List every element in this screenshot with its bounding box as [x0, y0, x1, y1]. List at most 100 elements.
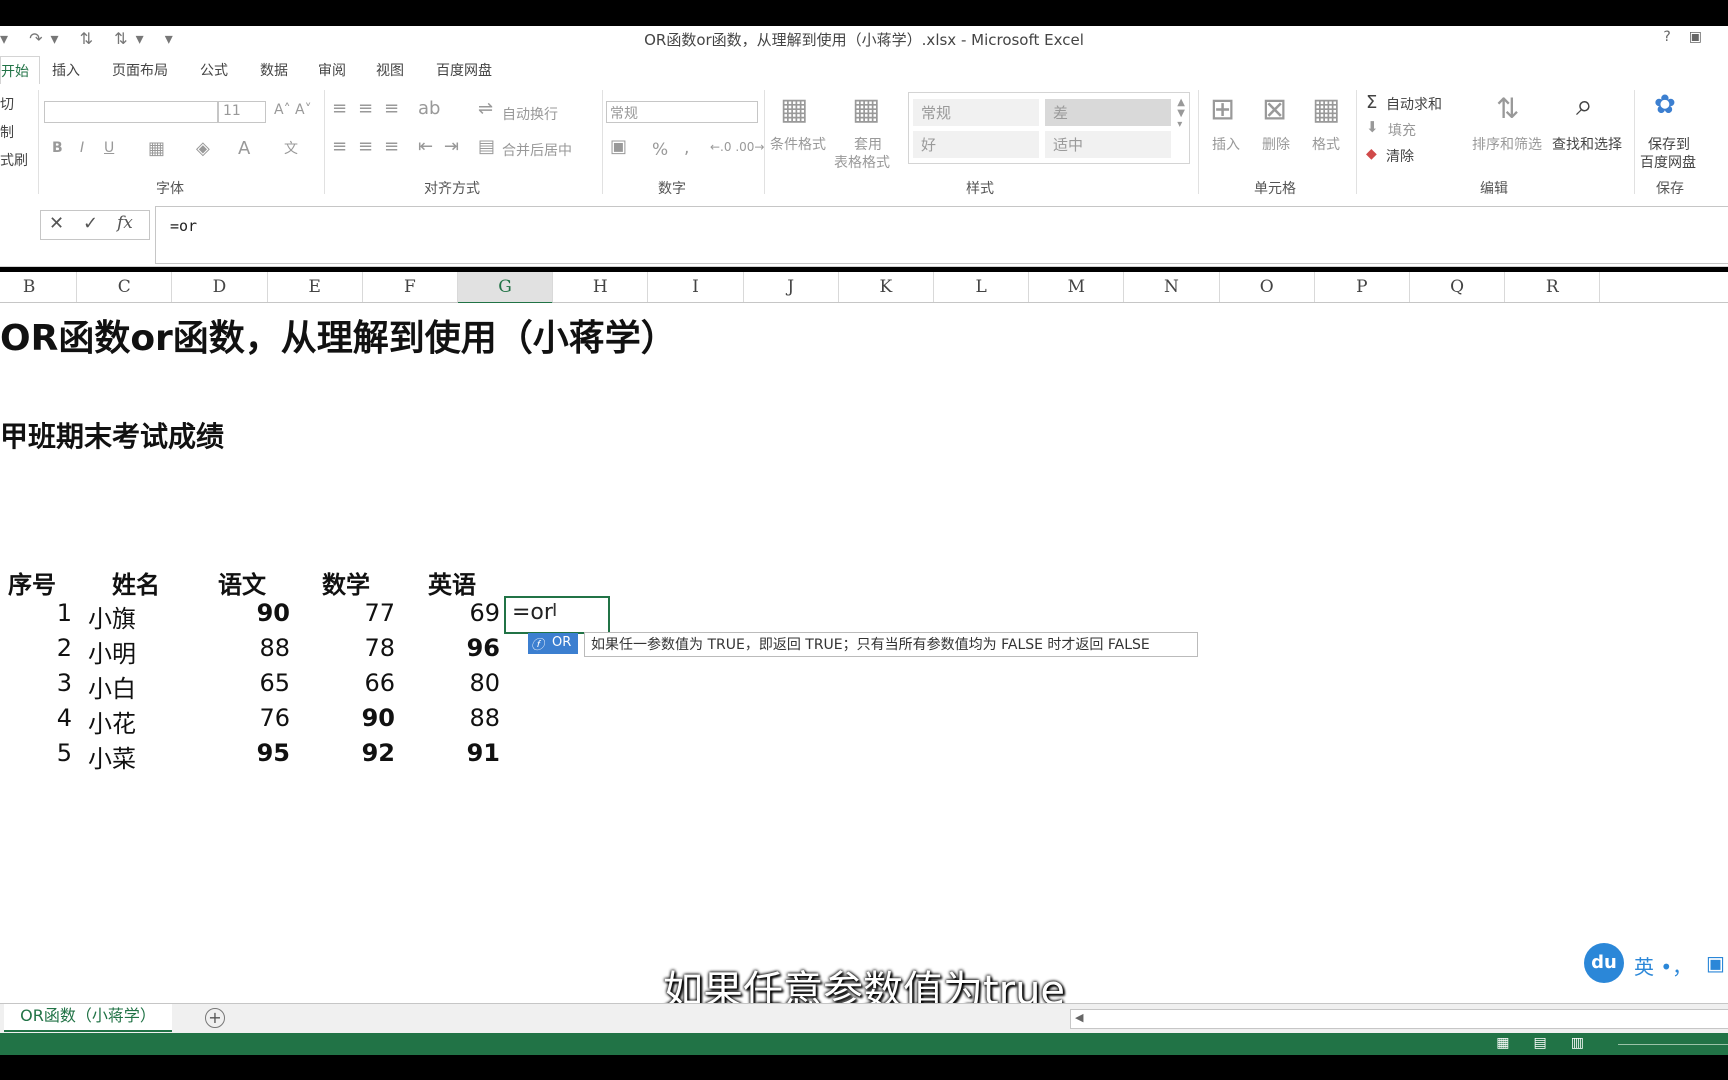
worksheet-grid[interactable]: OR函数or函数，从理解到使用（小蒋学） 甲班期末考试成绩 序号 姓名 语文 数…	[0, 303, 1728, 1014]
column-header-m[interactable]: M	[1029, 272, 1125, 302]
save-to-button-2[interactable]: 百度网盘	[1640, 152, 1696, 172]
column-header-l[interactable]: L	[934, 272, 1030, 302]
fill-color-icon[interactable]: ◈	[196, 138, 210, 159]
ime-mode-indicator[interactable]: 英 •，	[1634, 951, 1692, 980]
column-header-j[interactable]: J	[744, 272, 839, 302]
tab-data[interactable]: 数据	[260, 60, 288, 80]
fill-icon[interactable]: ⬇	[1366, 118, 1379, 136]
restore-ribbon-icon[interactable]: ▣	[1689, 29, 1720, 45]
sort-filter-button[interactable]: 排序和筛选	[1472, 134, 1542, 154]
align-top-icon[interactable]: ≡	[332, 98, 347, 119]
align-middle-icon[interactable]: ≡	[358, 98, 373, 119]
format-painter-button[interactable]: 式刷	[0, 150, 28, 170]
column-header-k[interactable]: K	[839, 272, 934, 302]
fill-button[interactable]: 填充	[1388, 120, 1416, 140]
orientation-icon[interactable]: ab	[418, 98, 440, 119]
align-bottom-icon[interactable]: ≡	[384, 98, 399, 119]
decimal-increase-icon[interactable]: ←.0 .00→	[710, 140, 764, 154]
cell-no[interactable]: 5	[0, 739, 72, 767]
sheet-title[interactable]: OR函数or函数，从理解到使用（小蒋学）	[0, 309, 677, 361]
comma-button[interactable]: ,	[684, 138, 689, 158]
underline-button[interactable]: U	[104, 140, 114, 156]
clear-icon[interactable]: ◆	[1366, 146, 1377, 162]
sheet-subtitle[interactable]: 甲班期末考试成绩	[0, 415, 224, 455]
function-suggestion-or[interactable]: ⓕ OR	[528, 633, 578, 654]
cell-english[interactable]: 80	[420, 669, 500, 697]
table-format-button-1[interactable]: 套用	[854, 134, 882, 154]
baidu-netdisk-icon[interactable]: ✿	[1654, 90, 1676, 120]
active-cell-editor[interactable]: =or I	[504, 596, 610, 634]
align-right-icon[interactable]: ≡	[384, 136, 399, 157]
align-left-icon[interactable]: ≡	[332, 136, 347, 157]
font-name-combo[interactable]	[44, 101, 218, 123]
cell-chinese[interactable]: 95	[210, 739, 290, 767]
cut-button[interactable]: 切	[0, 94, 14, 114]
cell-math[interactable]: 90	[315, 704, 395, 732]
style-neutral[interactable]: 适中	[1045, 131, 1171, 158]
cell-english[interactable]: 96	[420, 634, 500, 662]
cell-name[interactable]: 小明	[88, 634, 136, 669]
enter-icon[interactable]: ✓	[83, 213, 98, 234]
header-no[interactable]: 序号	[8, 565, 56, 600]
sheet-tab-active[interactable]: OR函数（小蒋学）	[4, 1004, 172, 1032]
increase-indent-icon[interactable]: ⇥	[444, 136, 459, 157]
cell-name[interactable]: 小花	[88, 704, 136, 739]
cell-chinese[interactable]: 65	[210, 669, 290, 697]
ime-skin-icon[interactable]: ▣	[1706, 951, 1725, 975]
tab-page-layout[interactable]: 页面布局	[112, 60, 168, 80]
phonetic-icon[interactable]: 文	[284, 138, 298, 158]
tab-review[interactable]: 审阅	[318, 60, 346, 80]
table-format-icon[interactable]: ▦	[852, 92, 880, 127]
cell-styles-gallery[interactable]: 常规 差 好 适中 ▲ ▼ ▾	[908, 92, 1190, 164]
gallery-scroll-icon[interactable]: ▲ ▼ ▾	[1177, 97, 1185, 130]
column-header-h[interactable]: H	[553, 272, 649, 302]
save-to-button-1[interactable]: 保存到	[1648, 134, 1690, 154]
help-button[interactable]: ?	[1663, 29, 1688, 45]
bold-button[interactable]: B	[52, 140, 63, 156]
percent-button[interactable]: %	[652, 140, 668, 160]
find-select-button[interactable]: 查找和选择	[1552, 134, 1622, 154]
column-header-d[interactable]: D	[172, 272, 268, 302]
horizontal-scrollbar[interactable]: ◀	[1070, 1009, 1728, 1029]
cell-name[interactable]: 小白	[88, 669, 136, 704]
delete-cells-button[interactable]: 删除	[1262, 134, 1290, 154]
header-math[interactable]: 数学	[322, 565, 370, 600]
tab-home[interactable]: 开始	[0, 56, 40, 87]
page-break-view-icon[interactable]: ▥	[1571, 1035, 1608, 1051]
cell-english[interactable]: 69	[420, 599, 500, 627]
autosum-icon[interactable]: Σ	[1366, 92, 1377, 113]
copy-button[interactable]: 制	[0, 122, 14, 142]
add-sheet-button[interactable]: +	[205, 1008, 225, 1028]
style-bad[interactable]: 差	[1045, 99, 1171, 126]
merge-center-button[interactable]: 合并后居中	[502, 140, 572, 160]
table-format-button-2[interactable]: 表格格式	[834, 152, 890, 172]
column-header-n[interactable]: N	[1124, 272, 1220, 302]
cell-name[interactable]: 小旗	[88, 599, 136, 634]
scroll-left-icon[interactable]: ◀	[1075, 1011, 1083, 1024]
cell-chinese[interactable]: 90	[210, 599, 290, 627]
cell-math[interactable]: 77	[315, 599, 395, 627]
insert-function-button[interactable]: fx	[117, 213, 133, 233]
page-layout-view-icon[interactable]: ▤	[1534, 1035, 1571, 1051]
column-header-r[interactable]: R	[1505, 272, 1601, 302]
conditional-format-button[interactable]: 条件格式	[770, 134, 826, 154]
format-cells-icon[interactable]: ▦	[1312, 92, 1340, 127]
tab-baidu-netdisk[interactable]: 百度网盘	[436, 60, 492, 80]
clear-button[interactable]: 清除	[1386, 146, 1414, 166]
style-good[interactable]: 好	[913, 131, 1039, 158]
column-header-i[interactable]: I	[648, 272, 744, 302]
increase-font-icon[interactable]: A˄ A˅	[274, 102, 312, 118]
cell-math[interactable]: 78	[315, 634, 395, 662]
cell-english[interactable]: 91	[420, 739, 500, 767]
formula-input[interactable]: =or	[155, 206, 1728, 264]
tab-insert[interactable]: 插入	[52, 60, 80, 80]
conditional-format-icon[interactable]: ▦	[780, 92, 808, 127]
header-name[interactable]: 姓名	[112, 565, 160, 600]
border-icon[interactable]: ▦	[148, 138, 165, 159]
tab-formulas[interactable]: 公式	[200, 60, 228, 80]
cell-no[interactable]: 4	[0, 704, 72, 732]
font-color-icon[interactable]: A	[238, 138, 250, 159]
wrap-text-button[interactable]: 自动换行	[502, 104, 558, 124]
find-select-icon[interactable]: ⌕	[1576, 88, 1593, 123]
column-header-q[interactable]: Q	[1410, 272, 1506, 302]
